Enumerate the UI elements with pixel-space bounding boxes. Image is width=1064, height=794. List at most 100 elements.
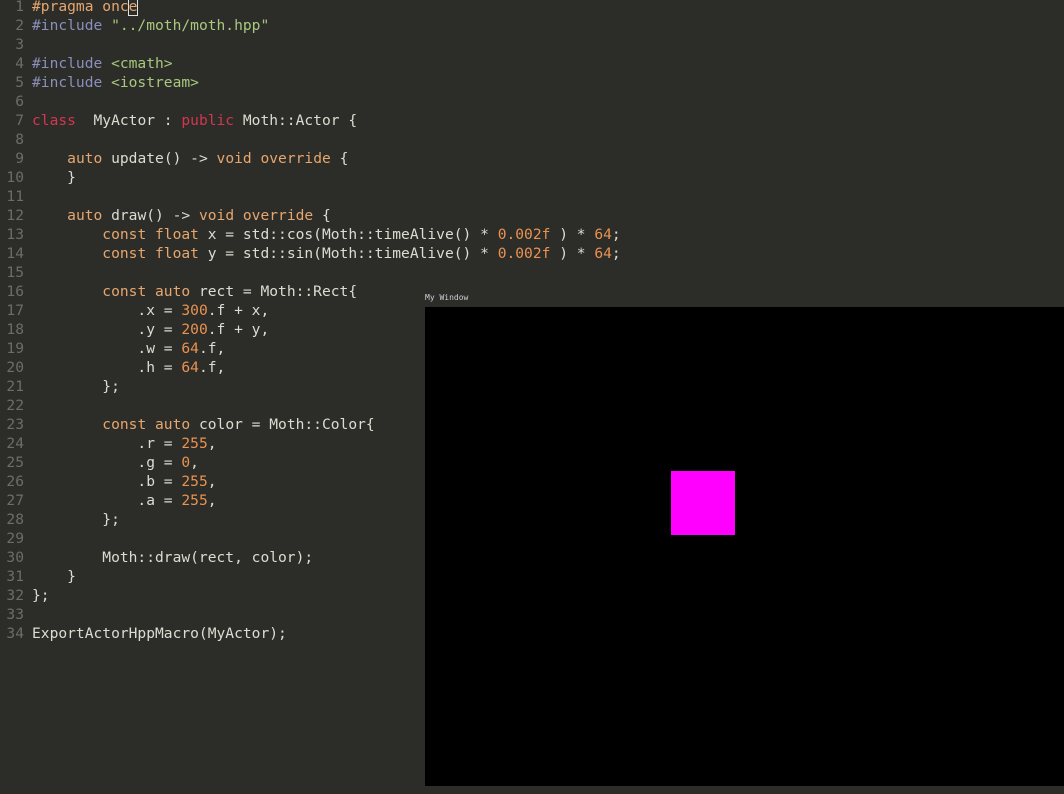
line-number: 20: [6, 359, 24, 376]
code-token: .g =: [32, 454, 182, 471]
code-token: class: [32, 112, 76, 129]
code-token: const auto: [102, 416, 191, 433]
code-token: y = std::sin(Moth::timeAlive() *: [198, 245, 498, 262]
code-token: };: [32, 511, 120, 528]
code-line[interactable]: 15: [0, 263, 1064, 282]
code-token: };: [32, 378, 120, 395]
code-token: 0.002f: [497, 245, 551, 262]
code-token: {: [313, 207, 331, 224]
line-number: 10: [6, 169, 24, 186]
line-number: 7: [15, 112, 24, 129]
code-line[interactable]: 6: [0, 92, 1064, 111]
code-token: x = std::cos(Moth::timeAlive() *: [198, 226, 498, 243]
code-token: 64: [181, 359, 199, 376]
code-token: 300: [181, 302, 208, 319]
line-number: 4: [15, 55, 24, 72]
code-token: 0.002f: [497, 226, 551, 243]
code-token: ;: [611, 226, 621, 243]
code-token: void override: [216, 150, 331, 167]
code-line[interactable]: 14 const float y = std::sin(Moth::timeAl…: [0, 244, 1064, 263]
line-number: 1: [15, 0, 24, 15]
code-token: }: [32, 169, 76, 186]
line-number: 34: [6, 625, 24, 642]
line-number: 24: [6, 435, 24, 452]
line-number: 11: [6, 188, 24, 205]
code-token: 255: [181, 492, 208, 509]
code-token: 200: [181, 321, 208, 338]
line-number: 29: [6, 530, 24, 547]
code-token: #include: [32, 17, 112, 34]
code-token: 0: [181, 454, 191, 471]
code-token: ,: [207, 473, 217, 490]
code-token: color = Moth::Color{: [190, 416, 375, 433]
code-line[interactable]: 3: [0, 35, 1064, 54]
code-token: MyActor :: [75, 112, 182, 129]
line-number: 9: [15, 150, 24, 167]
code-token: update() ->: [102, 150, 217, 167]
code-token: auto: [67, 150, 103, 167]
game-window[interactable]: [425, 307, 1064, 786]
code-token: const float: [102, 226, 199, 243]
code-token: Moth::Actor {: [234, 112, 358, 129]
code-token: ) *: [550, 245, 595, 262]
code-token: auto: [67, 207, 103, 224]
code-token: "../moth/moth.hpp": [111, 17, 270, 34]
code-token: #pragma onc: [32, 0, 129, 15]
line-number: 21: [6, 378, 24, 395]
code-line[interactable]: 5 #include <iostream>: [0, 73, 1064, 92]
code-token: .f,: [198, 340, 226, 357]
code-token: e: [127, 0, 139, 16]
code-token: void override: [198, 207, 314, 224]
code-line[interactable]: 8: [0, 130, 1064, 149]
code-line[interactable]: 9 auto update() -> void override {: [0, 149, 1064, 168]
magenta-rect: [671, 471, 735, 535]
code-line[interactable]: 4 #include <cmath>: [0, 54, 1064, 73]
code-token: Moth::draw(rect, color);: [32, 549, 314, 566]
code-line[interactable]: 7 class MyActor : public Moth::Actor {: [0, 111, 1064, 130]
code-line[interactable]: 12 auto draw() -> void override {: [0, 206, 1064, 225]
code-line[interactable]: 13 const float x = std::cos(Moth::timeAl…: [0, 225, 1064, 244]
code-token: ,: [207, 435, 217, 452]
code-token: #include: [32, 74, 112, 91]
code-token: .h =: [32, 359, 182, 376]
code-token: }: [32, 568, 76, 585]
code-token: draw() ->: [102, 207, 199, 224]
line-number: 28: [6, 511, 24, 528]
code-line[interactable]: 1 #pragma once: [0, 0, 1064, 16]
code-token: 255: [181, 473, 208, 490]
code-token: 64: [594, 226, 612, 243]
code-token: };: [32, 587, 50, 604]
code-line[interactable]: 2 #include "../moth/moth.hpp": [0, 16, 1064, 35]
line-number: 12: [6, 207, 24, 224]
code-token: public: [181, 112, 235, 129]
line-number: 5: [15, 74, 24, 91]
line-number: 30: [6, 549, 24, 566]
window-title: My Window: [425, 293, 469, 302]
line-number: 27: [6, 492, 24, 509]
code-token: 64: [594, 245, 612, 262]
code-token: ;: [611, 245, 621, 262]
code-line[interactable]: 11: [0, 187, 1064, 206]
line-number: 13: [6, 226, 24, 243]
line-number: 33: [6, 606, 24, 623]
code-token: .y =: [32, 321, 182, 338]
line-number: 22: [6, 397, 24, 414]
code-token: {: [330, 150, 349, 167]
line-number: 31: [6, 568, 24, 585]
code-token: .f,: [198, 359, 226, 376]
code-token: 64: [181, 340, 199, 357]
line-number: 14: [6, 245, 24, 262]
code-line[interactable]: 10 }: [0, 168, 1064, 187]
line-number: 25: [6, 454, 24, 471]
code-line[interactable]: 16 const auto rect = Moth::Rect{: [0, 282, 1064, 301]
code-token: .f + y,: [207, 321, 270, 338]
code-token: <iostream>: [111, 74, 199, 91]
code-token: .w =: [32, 340, 182, 357]
code-token: .a =: [32, 492, 182, 509]
